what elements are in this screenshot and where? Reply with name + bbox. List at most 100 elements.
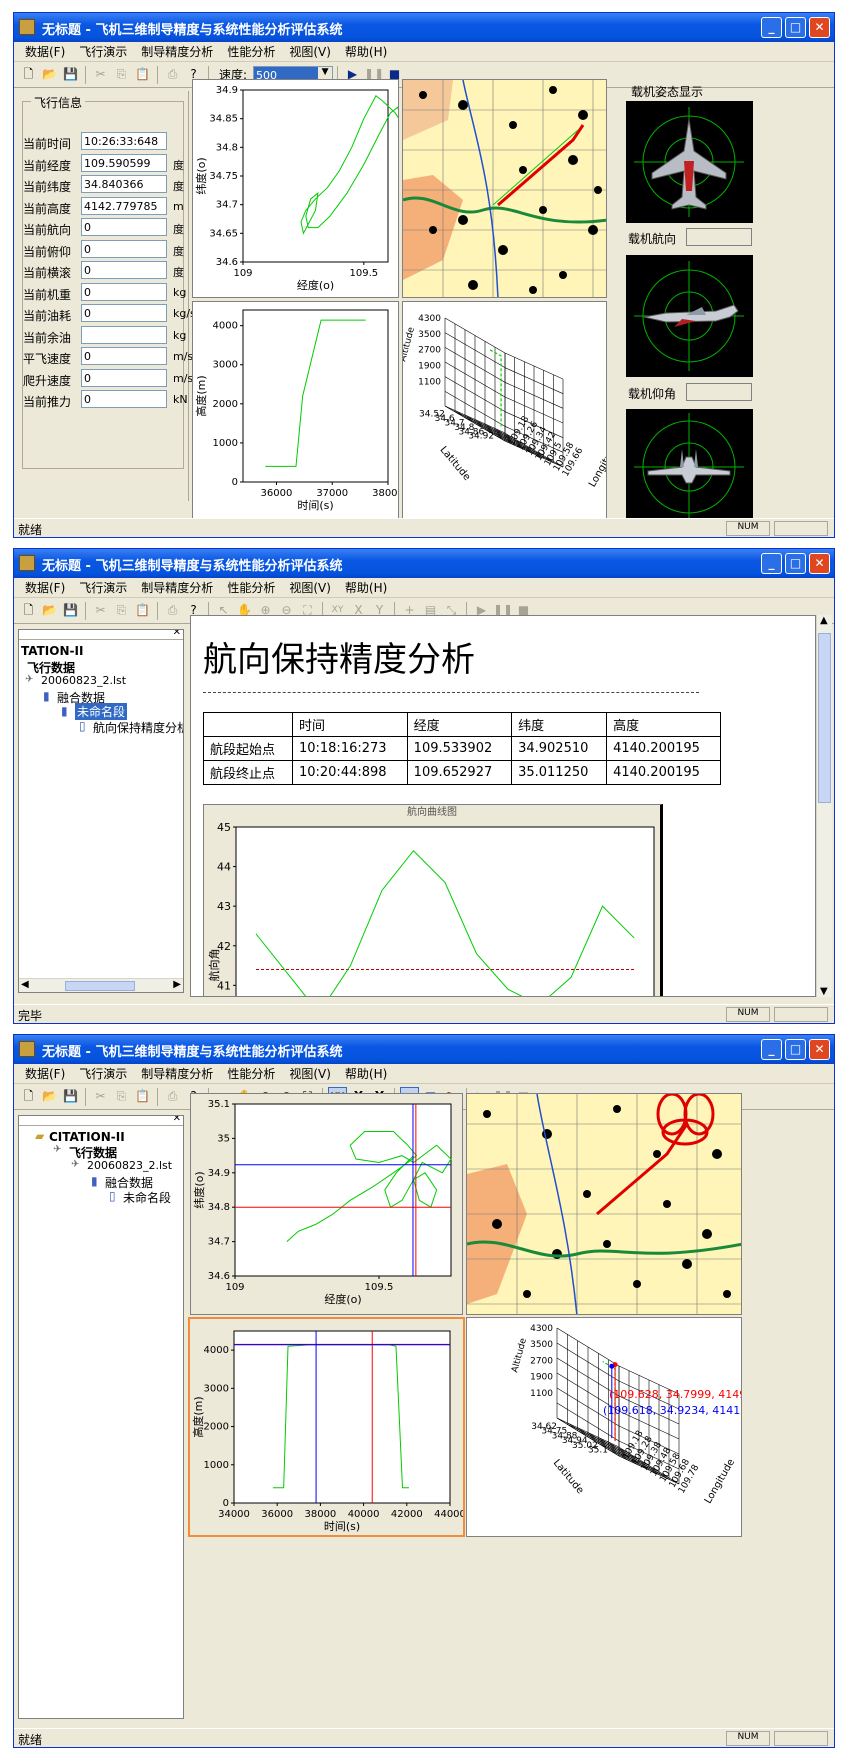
flight-field-row: 平飞速度 0 m/s <box>23 347 203 366</box>
menu-flight-demo[interactable]: 飞行演示 <box>72 579 134 596</box>
x-tick-label: 44000 <box>434 1509 463 1520</box>
tree-node-root[interactable]: CITATION-II <box>49 1130 125 1144</box>
flight-field-value[interactable]: 0 <box>81 282 167 301</box>
project-tree: ✕ ▰ CITATION-II ✈ 飞行数据 ✈ 20060823_2.lst … <box>18 1115 184 1719</box>
tree-node-heading-analysis[interactable]: 航向保持精度分析 <box>93 719 183 736</box>
menu-guidance-analysis[interactable]: 制导精度分析 <box>134 43 220 60</box>
x-tick-label: 109 <box>233 268 252 279</box>
flight-field-value[interactable]: 0 <box>81 218 167 236</box>
menu-data[interactable]: 数据(F) <box>18 43 72 60</box>
minimize-button[interactable]: _ <box>761 553 782 574</box>
close-icon[interactable]: ✕ <box>173 1116 181 1124</box>
close-button[interactable]: ✕ <box>809 1039 830 1060</box>
flight-field-label: 爬升速度 <box>23 373 72 388</box>
z-tick-label: 4300 <box>418 314 441 324</box>
maximize-button[interactable]: □ <box>785 1039 806 1060</box>
menu-performance-analysis[interactable]: 性能分析 <box>220 1065 282 1082</box>
tree-node-segment[interactable]: 未命名段 <box>75 703 128 720</box>
menu-data[interactable]: 数据(F) <box>18 579 72 596</box>
copy-icon[interactable]: ⎘ <box>112 65 131 84</box>
menu-data[interactable]: 数据(F) <box>18 1065 72 1082</box>
open-icon[interactable]: 📂 <box>40 601 59 620</box>
y-axis-label: Latitude <box>551 1458 586 1497</box>
menu-performance-analysis[interactable]: 性能分析 <box>220 579 282 596</box>
paste-icon[interactable]: 📋 <box>133 65 152 84</box>
chart-title: 航向曲线图 <box>407 805 457 818</box>
close-button[interactable]: ✕ <box>809 553 830 574</box>
menu-view[interactable]: 视图(V) <box>282 579 338 596</box>
flight-field-value[interactable]: 0 <box>81 304 167 322</box>
menu-view[interactable]: 视图(V) <box>282 1065 338 1082</box>
tree-node-root[interactable]: TATION-II <box>21 644 83 658</box>
copy-icon[interactable]: ⎘ <box>112 601 131 620</box>
close-button[interactable]: ✕ <box>809 17 830 38</box>
attitude-top-view <box>626 101 753 223</box>
cut-icon[interactable]: ✂ <box>91 601 110 620</box>
open-icon[interactable]: 📂 <box>40 65 59 84</box>
flight-field-value[interactable]: 109.590599 <box>81 153 167 172</box>
flight-field-label: 当前经度 <box>23 158 72 173</box>
flight-field-unit: 度 <box>173 180 184 193</box>
flight-field-value[interactable]: 0 <box>81 261 167 279</box>
paste-icon[interactable]: 📋 <box>133 601 152 620</box>
cut-icon[interactable]: ✂ <box>91 1087 110 1106</box>
cut-icon[interactable]: ✂ <box>91 65 110 84</box>
copy-icon[interactable]: ⎘ <box>112 1087 131 1106</box>
menu-help[interactable]: 帮助(H) <box>338 579 394 596</box>
flight-field-label: 平飞速度 <box>23 352 72 366</box>
save-icon[interactable]: 💾 <box>61 1087 80 1106</box>
menu-help[interactable]: 帮助(H) <box>338 43 394 60</box>
save-icon[interactable]: 💾 <box>61 601 80 620</box>
save-icon[interactable]: 💾 <box>61 65 80 84</box>
print-icon[interactable]: ⎙ <box>163 65 182 84</box>
close-icon[interactable]: ✕ <box>173 630 181 638</box>
project-tree: ✕ TATION-II 飞行数据 ✈ 20060823_2.lst ▮ 融合数据… <box>18 629 184 993</box>
flight-field-value[interactable]: 10:26:33:648 <box>81 132 167 150</box>
vertical-scrollbar[interactable]: ▲ ▼ <box>816 615 832 997</box>
flight-field-value[interactable]: 0 <box>81 239 167 258</box>
y-tick-label: 35 <box>217 1133 230 1144</box>
new-icon[interactable]: 🗋 <box>19 65 38 84</box>
y-tick-label: 34.85 <box>209 114 238 125</box>
flight-field-value[interactable]: 0 <box>81 390 167 408</box>
status-pane <box>774 1007 828 1022</box>
menu-guidance-analysis[interactable]: 制导精度分析 <box>134 579 220 596</box>
table-cell: 35.011250 <box>511 760 608 785</box>
map-view[interactable] <box>402 79 607 298</box>
flight-field-value[interactable]: 4142.779785 <box>81 196 167 215</box>
tree-node-file[interactable]: 20060823_2.lst <box>41 674 126 687</box>
print-icon[interactable]: ⎙ <box>163 601 182 620</box>
new-icon[interactable]: 🗋 <box>19 601 38 620</box>
menu-view[interactable]: 视图(V) <box>282 43 338 60</box>
y-tick-label: 34.6 <box>216 257 238 268</box>
heading-chart: 航向曲线图4142434445航向角 <box>207 805 655 996</box>
tree-node-file[interactable]: 20060823_2.lst <box>87 1159 172 1172</box>
window-title: 无标题 - 飞机三维制导精度与系统性能分析评估系统 <box>42 1045 343 1060</box>
flight-field-label: 当前余油 <box>23 330 72 345</box>
flight-field-value[interactable]: 0 <box>81 368 167 387</box>
print-icon[interactable]: ⎙ <box>163 1087 182 1106</box>
open-icon[interactable]: 📂 <box>40 1087 59 1106</box>
menu-flight-demo[interactable]: 飞行演示 <box>72 1065 134 1082</box>
menu-flight-demo[interactable]: 飞行演示 <box>72 43 134 60</box>
flight-field-value[interactable] <box>81 325 167 344</box>
map-view[interactable] <box>466 1093 742 1315</box>
menu-guidance-analysis[interactable]: 制导精度分析 <box>134 1065 220 1082</box>
flight-field-value[interactable]: 0 <box>81 347 167 365</box>
plot-area <box>235 826 655 996</box>
new-icon[interactable]: 🗋 <box>19 1087 38 1106</box>
flight-field-value[interactable]: 34.840366 <box>81 175 167 193</box>
z-tick-label: 3500 <box>418 330 441 340</box>
horizontal-scrollbar[interactable]: ◀ ▶ <box>19 978 183 992</box>
maximize-button[interactable]: □ <box>785 17 806 38</box>
3d-trajectory-view[interactable]: 4300 3500 2700 1900 1100 34.62 34.75 34.88 34.94… <box>466 1317 742 1537</box>
menu-help[interactable]: 帮助(H) <box>338 1065 394 1082</box>
3d-trajectory-view[interactable]: 4300 3500 2700 1900 1100 34.52 34.6 34.7 34.8 34.… <box>402 301 607 519</box>
minimize-button[interactable]: _ <box>761 1039 782 1060</box>
menu-performance-analysis[interactable]: 性能分析 <box>220 43 282 60</box>
minimize-button[interactable]: _ <box>761 17 782 38</box>
maximize-button[interactable]: □ <box>785 553 806 574</box>
flight-field-row: 当前油耗 0 kg/s <box>23 304 203 323</box>
tree-node-segment[interactable]: 未命名段 <box>123 1189 171 1206</box>
paste-icon[interactable]: 📋 <box>133 1087 152 1106</box>
